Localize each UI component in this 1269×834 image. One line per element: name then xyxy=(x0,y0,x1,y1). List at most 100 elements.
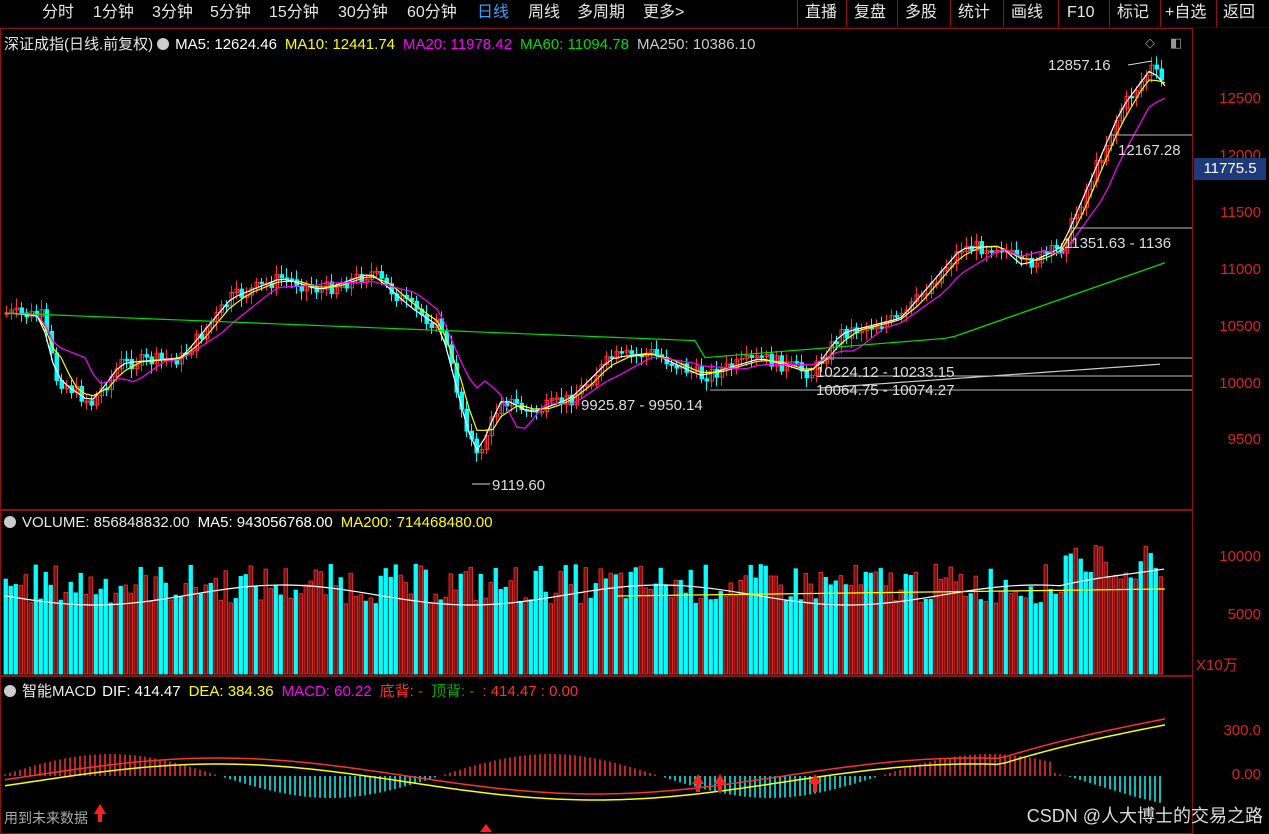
volume-bar xyxy=(228,602,233,675)
range-annotation: 10224.12 - 10233.15 xyxy=(816,364,955,381)
volume-bar xyxy=(898,589,903,675)
tab-intraday[interactable]: 分时 xyxy=(42,0,74,26)
volume-bar xyxy=(588,597,593,675)
candle-body xyxy=(1054,245,1059,249)
candle-body xyxy=(704,378,709,382)
volume-bar xyxy=(528,599,533,675)
volume-bar xyxy=(348,572,353,675)
candle-body xyxy=(669,363,674,366)
volume-bar xyxy=(38,598,43,675)
live-button[interactable]: 直播 xyxy=(805,0,837,26)
f10-button[interactable]: F10 xyxy=(1067,0,1095,26)
volume-bar xyxy=(733,595,738,675)
volume-bar xyxy=(868,572,873,675)
draw-line-button[interactable]: 画线 xyxy=(1011,0,1043,26)
add-watchlist-button[interactable]: +自选 xyxy=(1165,0,1206,26)
volume-bar xyxy=(718,591,723,675)
volume-bar xyxy=(1038,602,1043,675)
volume-bar xyxy=(1123,572,1128,675)
volume-bar xyxy=(428,602,433,675)
volume-bar xyxy=(748,564,753,675)
volume-bar xyxy=(358,594,363,675)
volume-bar xyxy=(1143,545,1148,675)
back-button[interactable]: 返回 xyxy=(1223,0,1255,26)
volume-bar xyxy=(308,580,313,675)
tab-30min[interactable]: 30分钟 xyxy=(338,0,388,26)
volume-tick: 5000 xyxy=(1227,606,1261,623)
price-tick: 12500 xyxy=(1219,90,1261,107)
candle-body xyxy=(299,286,304,292)
volume-bar xyxy=(173,594,178,675)
volume-bar xyxy=(403,582,408,675)
candle-body xyxy=(259,281,264,285)
volume-bar xyxy=(1083,571,1088,675)
tab-1min[interactable]: 1分钟 xyxy=(93,0,134,26)
volume-bar xyxy=(1043,564,1048,675)
period-toolbar: 分时 1分钟 3分钟 5分钟 15分钟 30分钟 60分钟 日线 周线 多周期 … xyxy=(0,0,1269,28)
volume-bar xyxy=(853,564,858,675)
replay-button[interactable]: 复盘 xyxy=(854,0,886,26)
volume-bar xyxy=(48,584,53,675)
volume-bar xyxy=(1093,545,1098,675)
stats-button[interactable]: 统计 xyxy=(958,0,990,26)
volume-bar xyxy=(818,572,823,675)
volume-bar xyxy=(998,591,1003,675)
volume-bar xyxy=(1128,577,1133,675)
volume-bar xyxy=(243,574,248,675)
tab-5min[interactable]: 5分钟 xyxy=(210,0,251,26)
price-tick: 9500 xyxy=(1227,431,1261,448)
tab-multi-period[interactable]: 多周期 xyxy=(577,0,625,26)
volume-bar xyxy=(398,574,403,675)
volume-bar xyxy=(863,571,868,675)
volume-bar xyxy=(893,600,898,675)
volume-bar xyxy=(1013,590,1018,675)
candle-body xyxy=(159,352,164,360)
volume-bar xyxy=(423,569,428,675)
volume-bar xyxy=(923,599,928,675)
candle-body xyxy=(1154,64,1159,70)
candle-body xyxy=(804,370,809,379)
current-price-tag: 11775.5 xyxy=(1194,158,1266,180)
volume-bar xyxy=(1063,555,1068,675)
volume-bar xyxy=(63,592,68,675)
volume-bar xyxy=(153,576,158,675)
volume-bar xyxy=(203,584,208,675)
volume-bar xyxy=(568,584,573,675)
range-annotation: 11351.63 - 1136 xyxy=(1064,235,1172,252)
mark-button[interactable]: 标记 xyxy=(1117,0,1149,26)
tab-3min[interactable]: 3分钟 xyxy=(152,0,193,26)
tab-15min[interactable]: 15分钟 xyxy=(269,0,319,26)
volume-bar xyxy=(123,584,128,675)
volume-bar xyxy=(918,602,923,675)
volume-bar xyxy=(433,593,438,675)
volume-bar xyxy=(533,570,538,675)
ma5-line xyxy=(4,70,1166,452)
volume-bar xyxy=(418,565,423,675)
volume-bar xyxy=(93,594,98,675)
volume-bar xyxy=(558,571,563,675)
volume-bar xyxy=(708,599,713,675)
volume-bar xyxy=(813,598,818,675)
volume-bar xyxy=(303,584,308,675)
volume-bar xyxy=(783,600,788,675)
volume-bar xyxy=(78,572,83,675)
volume-bar xyxy=(23,574,28,675)
tab-weekly[interactable]: 周线 xyxy=(528,0,560,26)
volume-bar xyxy=(1003,579,1008,675)
candle-body xyxy=(144,354,149,358)
candle-body xyxy=(429,322,434,329)
volume-bar xyxy=(698,597,703,675)
tab-60min[interactable]: 60分钟 xyxy=(407,0,457,26)
volume-bar xyxy=(878,568,883,675)
volume-bar xyxy=(213,577,218,675)
tab-daily[interactable]: 日线 xyxy=(477,0,509,26)
volume-bar xyxy=(1088,571,1093,675)
volume-bar xyxy=(113,592,118,675)
tab-more[interactable]: 更多> xyxy=(643,0,684,26)
volume-bar xyxy=(628,571,633,675)
volume-bar xyxy=(743,575,748,675)
volume-bar xyxy=(623,598,628,675)
dif-line xyxy=(4,718,1166,795)
volume-bar xyxy=(1023,597,1028,675)
multi-stock-button[interactable]: 多股 xyxy=(905,0,937,26)
